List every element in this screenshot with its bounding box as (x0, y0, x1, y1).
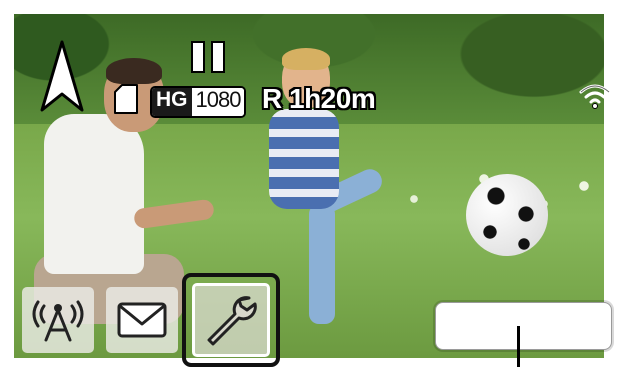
soccer-ball (466, 174, 548, 256)
blank-touch-button[interactable] (435, 302, 612, 350)
mail-button[interactable] (106, 287, 178, 353)
resolution-label: 1080 (191, 88, 245, 116)
quality-mode-label: HG (152, 88, 192, 116)
wifi-icon (579, 84, 611, 109)
pause-icon (191, 41, 225, 73)
boy-shirt (269, 109, 339, 209)
north-arrow-icon (40, 40, 84, 112)
callout-line (517, 326, 520, 367)
man-hair (106, 58, 162, 84)
remote-button[interactable] (22, 287, 94, 353)
remaining-time: R 1h20m (262, 83, 376, 114)
recording-quality-badge: HG 1080 (150, 86, 247, 118)
settings-button-highlight (192, 283, 270, 357)
remote-antenna-icon (32, 300, 84, 342)
man-torso (44, 114, 144, 274)
settings-button[interactable] (182, 273, 280, 367)
wrench-icon (207, 296, 257, 346)
mail-icon (117, 302, 167, 338)
sd-card-icon (114, 84, 138, 114)
boy-hair (282, 48, 330, 70)
boy-leg (309, 204, 335, 324)
